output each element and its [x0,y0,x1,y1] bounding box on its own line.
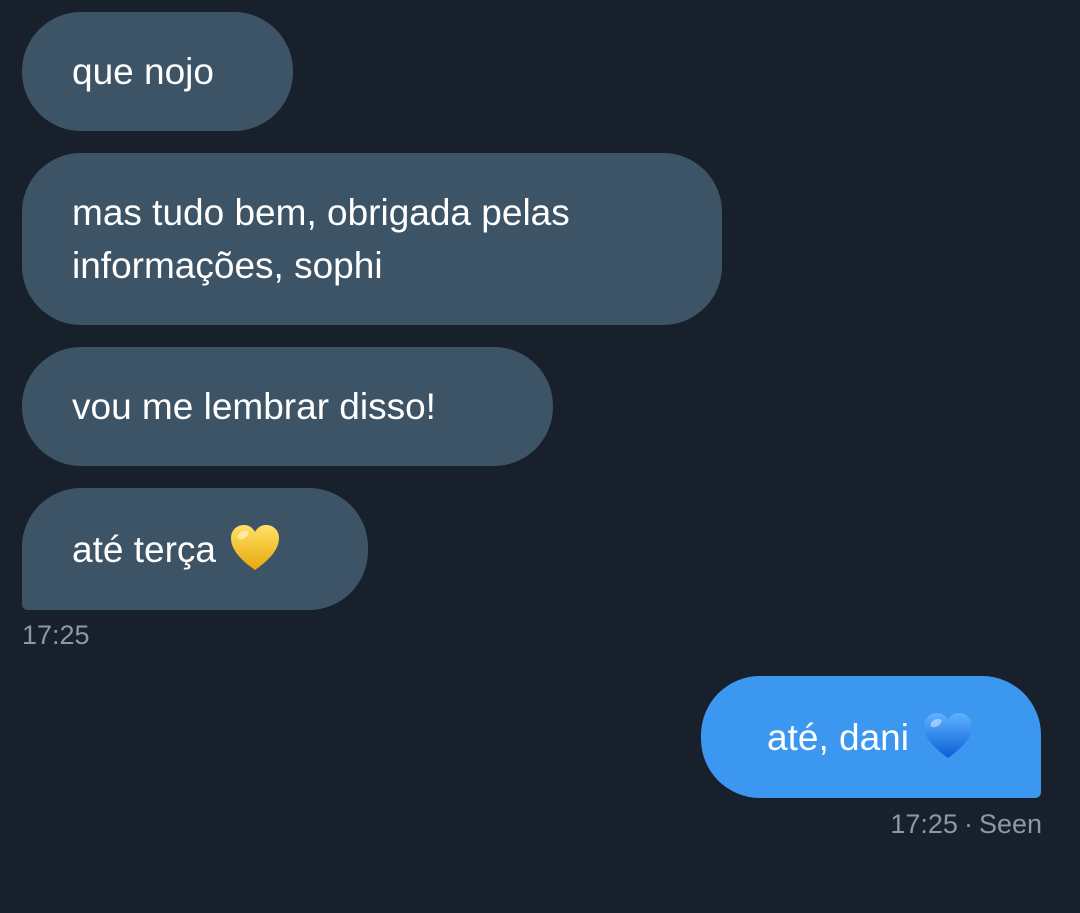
seen-status: Seen [978,809,1042,839]
message-bubble-received[interactable]: que nojo [22,12,293,131]
blue-heart-icon [923,713,972,758]
sent-time: 17:25 [890,809,958,839]
message-text: vou me lembrar disso! [72,386,436,427]
message-bubble-sent[interactable]: até, dani [701,676,1041,798]
yellow-heart-icon [230,525,279,570]
message-bubble-received[interactable]: vou me lembrar disso! [22,347,553,466]
conversation-thread: que nojo mas tudo bem, obrigada pelas in… [0,0,1080,913]
message-text: até terça [72,528,216,570]
message-text: mas tudo bem, obrigada pelas informações… [72,192,570,286]
message-timestamp: 17:25 [22,620,90,650]
separator-dot: · [963,809,973,839]
message-text: que nojo [72,51,214,92]
read-receipt: 17:25 · Seen [890,808,1042,840]
message-bubble-received[interactable]: mas tudo bem, obrigada pelas informações… [22,153,722,325]
message-bubble-received[interactable]: até terça [22,488,368,610]
message-text: até, dani [767,716,909,758]
